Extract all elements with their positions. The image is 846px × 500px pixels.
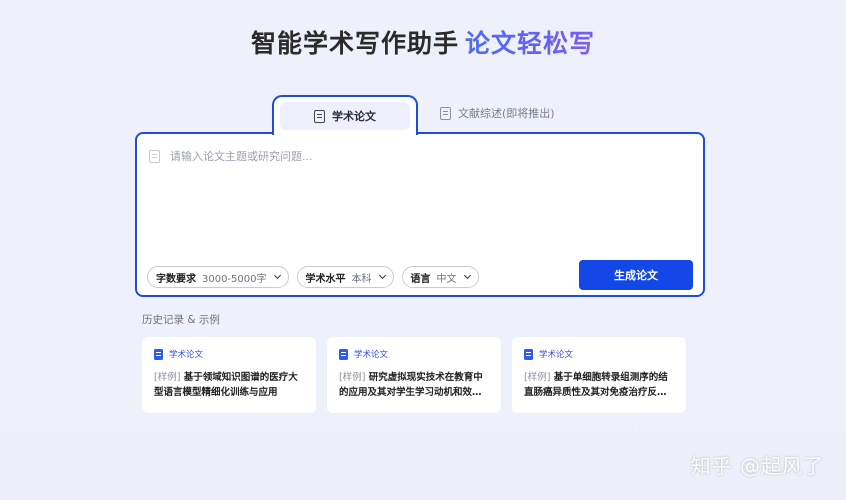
card-prefix: [样例] — [524, 372, 551, 383]
chevron-down-icon — [273, 271, 281, 280]
title-accent: 论文轻松写 — [465, 29, 596, 58]
card-tag-label: 学术论文 — [354, 350, 389, 360]
options-bar: 字数要求 3000-5000字 学术水平 本科 语言 中文 — [147, 266, 479, 288]
select-value: 3000-5000字 — [202, 273, 267, 285]
chevron-down-icon — [463, 271, 471, 280]
topic-input-row — [149, 146, 691, 166]
select-value: 中文 — [436, 273, 457, 285]
academic-level-select[interactable]: 学术水平 本科 — [296, 266, 394, 288]
tab-literature-review[interactable]: 文献综述(即将推出) — [440, 102, 560, 124]
chevron-down-icon — [378, 271, 386, 280]
select-label: 语言 — [410, 273, 431, 285]
language-select[interactable]: 语言 中文 — [401, 266, 479, 288]
document-icon — [440, 106, 451, 120]
select-label: 学术水平 — [305, 273, 346, 285]
topic-input[interactable] — [170, 149, 650, 163]
document-icon — [154, 348, 163, 360]
tab-label: 学术论文 — [332, 110, 376, 123]
history-card[interactable]: 学术论文 [样例] 基于单细胞转录组测序的结直肠癌异质性及其对免疫治疗反应的影响 — [512, 337, 686, 413]
card-prefix: [样例] — [339, 372, 366, 383]
card-tag: 学术论文 — [154, 348, 304, 360]
document-icon — [524, 348, 533, 360]
tab-join — [274, 130, 416, 136]
tab-label: 文献综述(即将推出) — [458, 107, 555, 120]
card-text: [样例] 基于领域知识图谱的医疗大型语言模型精细化训练与应用 — [154, 370, 304, 400]
select-value: 本科 — [351, 273, 372, 285]
title-main: 智能学术写作助手 — [250, 29, 459, 58]
document-icon — [339, 348, 348, 360]
history-card[interactable]: 学术论文 [样例] 研究虚拟现实技术在教育中的应用及其对学生学习动机和效果的影响 — [327, 337, 501, 413]
history-card[interactable]: 学术论文 [样例] 基于领域知识图谱的医疗大型语言模型精细化训练与应用 — [142, 337, 316, 413]
card-text: [样例] 研究虚拟现实技术在教育中的应用及其对学生学习动机和效果的影响 — [339, 370, 489, 400]
document-icon — [314, 109, 325, 123]
card-text: [样例] 基于单细胞转录组测序的结直肠癌异质性及其对免疫治疗反应的影响 — [524, 370, 674, 400]
tab-academic-paper[interactable]: 学术论文 — [272, 95, 418, 135]
generate-paper-button[interactable]: 生成论文 — [579, 260, 693, 290]
select-label: 字数要求 — [156, 273, 196, 285]
card-tag: 学术论文 — [524, 348, 674, 360]
editor-panel: 字数要求 3000-5000字 学术水平 本科 语言 中文 生成论文 — [135, 132, 705, 297]
card-prefix: [样例] — [154, 372, 181, 383]
card-tag-label: 学术论文 — [539, 350, 574, 360]
history-title: 历史记录 & 示例 — [142, 314, 220, 326]
card-tag-label: 学术论文 — [169, 350, 204, 360]
document-icon — [149, 149, 160, 163]
watermark: 知乎 @起风了 — [690, 454, 824, 478]
page-title: 智能学术写作助手 论文轻松写 — [0, 24, 846, 60]
card-tag: 学术论文 — [339, 348, 489, 360]
word-count-select[interactable]: 字数要求 3000-5000字 — [147, 266, 289, 288]
